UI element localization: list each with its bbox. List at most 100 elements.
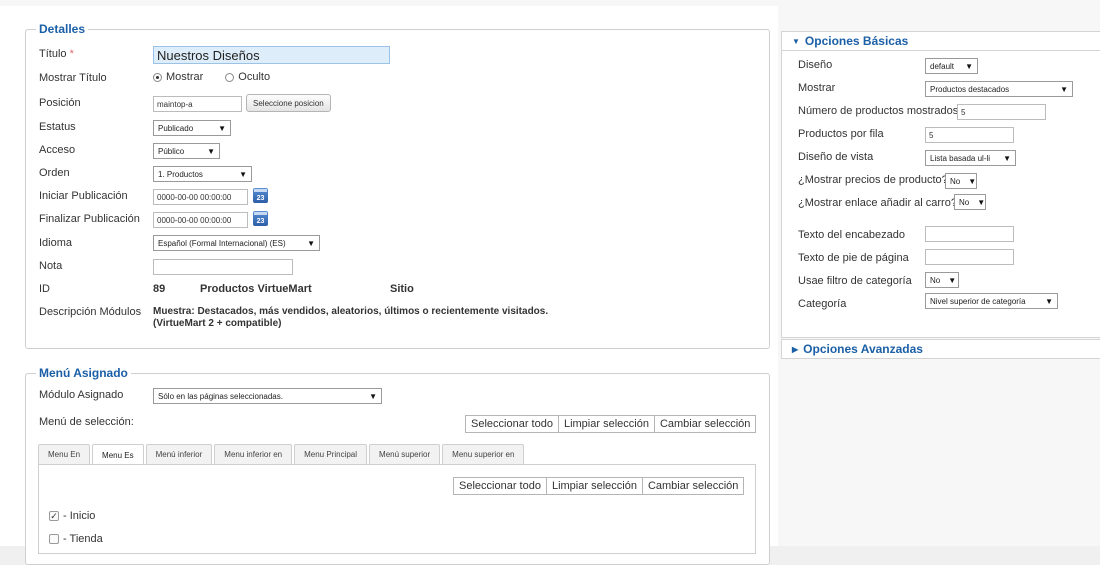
tab-cambiar-seleccion-button[interactable]: Cambiar selección [641,477,745,495]
checkbox-checked-icon[interactable]: ✓ [49,511,59,521]
mostrar-radio-label[interactable]: Mostrar [166,71,203,83]
titulo-label: Título * [39,48,74,60]
mostrar-select[interactable]: Productos destacados ▼ [925,81,1073,97]
mostrar-titulo-radios: Mostrar Oculto [153,71,270,83]
modulo-asignado-select[interactable]: Sólo en las páginas seleccionadas. ▼ [153,388,382,404]
checkbox-unchecked-icon[interactable] [49,534,59,544]
chevron-down-icon: ▼ [1060,84,1068,94]
acceso-select[interactable]: Público ▼ [153,143,220,159]
diseno-label: Diseño [798,59,833,71]
tab-menu-inferior[interactable]: Menú inferior [145,444,213,464]
opciones-avanzadas-title: Opciones Avanzadas [803,342,923,356]
chevron-down-icon: ▼ [239,169,247,179]
seleccionar-todo-button[interactable]: Seleccionar todo [465,415,559,433]
finalizar-publicacion-label: Finalizar Publicación [39,213,140,225]
oculto-radio[interactable] [225,72,235,82]
menu-seleccion-label: Menú de selección: [39,416,134,428]
menu-asignado-legend: Menú Asignado [36,366,131,380]
detalles-legend: Detalles [36,22,89,36]
tab-menu-inferior-en[interactable]: Menu inferior en [214,444,293,464]
id-label: ID [39,283,50,295]
seleccione-posicion-button[interactable]: Seleccione posicion [246,94,331,112]
mostrar-precios-label: ¿Mostrar precios de producto? [798,174,948,186]
menu-item[interactable]: ✓ - Inicio [49,510,95,522]
chevron-down-icon: ▼ [1045,296,1053,306]
texto-pie-input[interactable] [925,249,1014,265]
texto-encabezado-label: Texto del encabezado [798,229,906,241]
diseno-select[interactable]: default ▼ [925,58,978,74]
estatus-label: Estatus [39,121,76,133]
finalizar-publicacion-input[interactable]: 0000-00-00 00:00:00 [153,212,248,228]
productos-por-fila-input[interactable]: 5 [925,127,1014,143]
estatus-select[interactable]: Publicado ▼ [153,120,231,136]
opciones-avanzadas-panel: ▶ Opciones Avanzadas [781,339,1100,359]
chevron-down-icon: ▼ [369,391,377,401]
idioma-value: Español (Formal Internacional) (ES) [158,238,286,248]
categoria-select[interactable]: Nivel superior de categoría ▼ [925,293,1058,309]
expanded-triangle-icon: ▼ [792,36,800,46]
opciones-basicas-header[interactable]: ▼ Opciones Básicas [782,32,1100,51]
limpiar-seleccion-button[interactable]: Limpiar selección [557,415,655,433]
modulo-asignado-value: Sólo en las páginas seleccionadas. [158,391,283,401]
tab-menu-principal[interactable]: Menu Principal [294,444,368,464]
chevron-down-icon: ▼ [968,176,977,186]
diseno-vista-select[interactable]: Lista basada ul-li ▼ [925,150,1016,166]
titulo-input[interactable]: Nuestros Diseños [153,46,390,64]
oculto-radio-label[interactable]: Oculto [238,71,270,83]
site-label: Sitio [390,283,414,295]
diseno-vista-value: Lista basada ul-li [930,153,991,163]
chevron-down-icon: ▼ [1003,153,1011,163]
module-type: Productos VirtueMart [200,283,312,295]
mostrar-carro-value: No [959,197,970,207]
chevron-down-icon: ▼ [965,61,973,71]
detalles-fieldset: Detalles Título * Nuestros Diseños Mostr… [25,22,770,349]
calendar-icon[interactable]: 23 [253,188,268,203]
estatus-value: Publicado [158,123,194,133]
chevron-down-icon: ▼ [948,275,957,285]
texto-encabezado-input[interactable] [925,226,1014,242]
nota-input[interactable] [153,259,293,275]
orden-select[interactable]: 1. Productos ▼ [153,166,252,182]
chevron-down-icon: ▼ [307,238,315,248]
cambiar-seleccion-button[interactable]: Cambiar selección [653,415,757,433]
tab-selection-button-group: Seleccionar todo Limpiar selección Cambi… [453,477,745,495]
menu-item-label: - Tienda [63,533,103,545]
tab-limpiar-seleccion-button[interactable]: Limpiar selección [545,477,643,495]
nota-label: Nota [39,260,63,272]
modulo-asignado-label: Módulo Asignado [39,389,124,401]
tab-menu-superior[interactable]: Menú superior [369,444,441,464]
mostrar-carro-label: ¿Mostrar enlace añadir al carro? [798,197,957,209]
tab-seleccionar-todo-button[interactable]: Seleccionar todo [453,477,547,495]
tab-menu-es[interactable]: Menu Es [92,444,144,465]
menu-item-label: - Inicio [63,510,96,522]
tab-menu-en[interactable]: Menu En [38,444,91,464]
acceso-label: Acceso [39,144,76,156]
filtro-categoria-select[interactable]: No ▼ [925,272,959,288]
diseno-value: default [930,61,955,71]
filtro-categoria-label: Usae filtro de categoría [798,275,912,287]
menu-tabs: Menu En Menu Es Menú inferior Menu infer… [38,444,526,465]
descripcion-line-1: Muestra: Destacados, más vendidos, aleat… [153,306,549,317]
tab-menu-superior-en[interactable]: Menu superior en [442,444,525,464]
mostrar-precios-value: No [950,176,961,186]
mostrar-precios-select[interactable]: No ▼ [945,173,977,189]
iniciar-publicacion-input[interactable]: 0000-00-00 00:00:00 [153,189,248,205]
numero-productos-label: Número de productos mostrados [798,105,959,117]
posicion-input[interactable]: maintop-a [153,96,242,112]
mostrar-value: Productos destacados [930,84,1010,94]
categoria-value: Nivel superior de categoría [930,296,1026,306]
menu-item[interactable]: - Tienda [49,533,103,545]
mostrar-radio[interactable] [153,72,162,82]
id-value: 89 [153,283,166,295]
orden-label: Orden [39,167,70,179]
filtro-categoria-value: No [930,275,941,285]
categoria-label: Categoría [798,298,847,310]
calendar-icon[interactable]: 23 [253,211,268,226]
opciones-avanzadas-header[interactable]: ▶ Opciones Avanzadas [782,340,1100,358]
mostrar-carro-select[interactable]: No ▼ [954,194,986,210]
descripcion-line-2: (VirtueMart 2 + compatible) [153,318,282,329]
idioma-select[interactable]: Español (Formal Internacional) (ES) ▼ [153,235,320,251]
required-mark: * [69,48,74,60]
numero-productos-input[interactable]: 5 [957,104,1046,120]
acceso-value: Público [158,146,185,156]
